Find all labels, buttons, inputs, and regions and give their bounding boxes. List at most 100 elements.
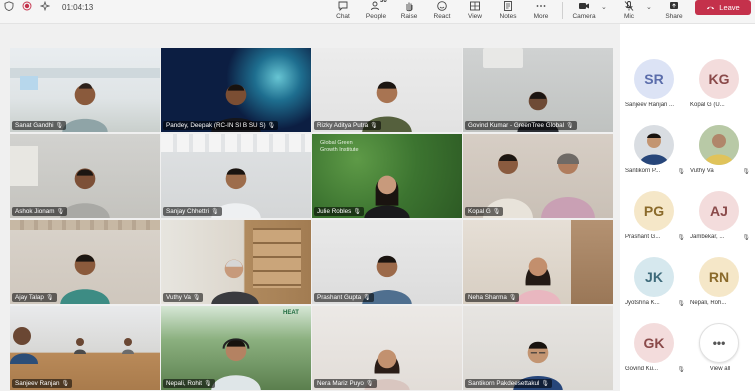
participant-silhouette [211,259,259,304]
roster-participant[interactable]: JK Jyotshna K... 🎙 [623,248,685,310]
notes-icon [504,1,512,11]
video-tile[interactable]: HEAT Nepali, Rohit 🎙 [161,306,311,390]
participant-name-tag: Nera Mariz Puyo 🎙 [314,379,377,388]
roster-participant-name: Prashant G... 🎙 [625,234,685,241]
view-button[interactable]: View [458,0,492,20]
leave-button[interactable]: Leave [695,0,751,15]
conference-room [10,327,134,364]
roster-participant[interactable]: GK Govind Ku... 🎙 [623,314,685,376]
participant-name-tag: Ajay Talap 🎙 [12,293,57,302]
video-tile[interactable]: Prashant Gupta 🎙 [312,220,462,304]
mic-off-icon: 🎙 [267,123,276,129]
participant-roster: SR Sanjeev Ranjan ... KG Kopal G (U... S… [620,24,755,391]
avatar-photo [699,125,739,165]
mic-off-icon: 🎙 [566,123,574,129]
view-all-button[interactable]: ••• View all [688,314,750,376]
participant-name-tag: Prashant Gupta 🎙 [314,293,374,302]
avatar-photo [639,133,669,165]
participant-name-tag: Sanjay Chhettri 🎙 [163,207,222,216]
video-tile[interactable]: Ashok Jionam 🎙 [10,134,160,218]
roster-participant[interactable]: KG Kopal G (U... [688,50,750,112]
avatar: KG [699,59,739,99]
camera-label: Camera [572,13,596,20]
wall-banner: HEAT [283,310,299,316]
participants-pair [483,153,595,218]
roster-participant-name: Jyotshna K... 🎙 [625,300,685,307]
participant-name-tag: Vuthy Va 🎙 [163,293,204,302]
raise-label: Raise [400,13,418,20]
roster-participant[interactable]: SR Sanjeev Ranjan ... [623,50,685,112]
mic-off-icon: 🎙 [508,295,517,301]
mic-off-icon: 🎙 [370,123,378,129]
participant-name-tag: Sanat Gandhi 🎙 [12,121,67,130]
roster-participant[interactable]: AJ Jambekar, ... 🎙 [688,182,750,244]
participant-name-tag: Neha Sharma 🎙 [465,293,520,302]
video-tile[interactable]: Global Green Growth Institute Julie Robl… [312,134,462,218]
video-tile[interactable]: Sanat Gandhi 🎙 [10,48,160,132]
mic-off-icon: 🎙 [61,381,70,387]
roster-participant-name: Nepali, Roh... [690,300,727,306]
notes-button[interactable]: Notes [491,0,525,20]
toolbar-divider [562,2,563,19]
more-icon [536,5,546,7]
video-tile[interactable]: Santikorn Pakdeesettakul 🎙 [463,306,613,390]
mic-off-icon: 🎙 [365,381,374,387]
avatar: PG [634,191,674,231]
video-tile[interactable]: Nera Mariz Puyo 🎙 [312,306,462,390]
participant-name-tag: Nepali, Rohit 🎙 [163,379,215,388]
mic-muted-icon [624,1,634,11]
roster-participant-name: Vuthy Va 🎙 [690,168,750,175]
chat-button[interactable]: Chat [326,0,360,20]
share-button[interactable]: Share [657,0,691,20]
mic-off-icon: 🎙 [677,367,685,373]
participant-name-tag: Sanjeev Ranjan 🎙 [12,379,73,388]
more-button[interactable]: More [524,0,558,20]
roster-participant-name: Kopal G (U... [690,102,725,108]
mic-button[interactable]: Mic [612,0,646,20]
mic-off-icon: 🎙 [353,209,361,215]
mic-off-icon: 🎙 [211,209,219,215]
video-tile[interactable]: Vuthy Va 🎙 [161,220,311,304]
mic-options-chevron-icon[interactable]: ⌄ [646,3,652,11]
roster-participant[interactable]: Vuthy Va 🎙 [688,116,750,178]
avatar [634,125,674,165]
react-button[interactable]: React [425,0,459,20]
mic-off-icon: 🎙 [204,381,212,387]
chat-label: Chat [336,13,350,20]
roster-participant[interactable]: RN Nepali, Roh... [688,248,750,310]
mic-off-icon: 🎙 [492,209,501,215]
mic-off-icon: 🎙 [55,123,64,129]
video-tile[interactable]: Govind Kumar - GreenTree Global 🎙 [463,48,613,132]
roster-participant-name: Santikorn P... 🎙 [625,168,685,175]
recording-icon[interactable] [22,0,32,16]
video-tile[interactable]: Sanjeev Ranjan 🎙 [10,306,160,390]
avatar: RN [699,257,739,297]
mic-off-icon: 🎙 [363,295,371,301]
mic-off-icon: 🎙 [56,209,65,215]
meeting-toolbar: 01:04:13 Chat 36 People Raise React View… [0,0,755,24]
participant-silhouette [364,175,410,218]
participant-name-tag: Ashok Jionam 🎙 [12,207,68,216]
video-tile[interactable]: Neha Sharma 🎙 [463,220,613,304]
phone-hangup-icon [707,6,715,10]
roster-participant[interactable]: Santikorn P... 🎙 [623,116,685,178]
avatar: SR [634,59,674,99]
camera-button[interactable]: Camera [567,0,601,20]
video-tile[interactable]: Pandey, Deepak (RC-IN SI B SU S) 🎙 [161,48,311,132]
video-tile[interactable]: Kopal G 🎙 [463,134,613,218]
participant-name-tag: Rizky Aditya Putra 🎙 [314,121,381,130]
raise-hand-button[interactable]: Raise [392,0,426,20]
avatar: JK [634,257,674,297]
more-icon: ••• [699,323,739,363]
sparkle-icon[interactable] [39,0,51,16]
chat-icon [338,1,348,12]
video-tile[interactable]: Sanjay Chhettri 🎙 [161,134,311,218]
more-label: More [533,13,549,20]
camera-options-chevron-icon[interactable]: ⌄ [601,3,607,11]
video-tile[interactable]: Ajay Talap 🎙 [10,220,160,304]
mic-off-icon: 🎙 [677,169,685,175]
participant-name-tag: Pandey, Deepak (RC-IN SI B SU S) 🎙 [163,121,279,130]
people-button[interactable]: 36 People [359,0,393,20]
video-tile[interactable]: Rizky Aditya Putra 🎙 [312,48,462,132]
roster-participant[interactable]: PG Prashant G... 🎙 [623,182,685,244]
